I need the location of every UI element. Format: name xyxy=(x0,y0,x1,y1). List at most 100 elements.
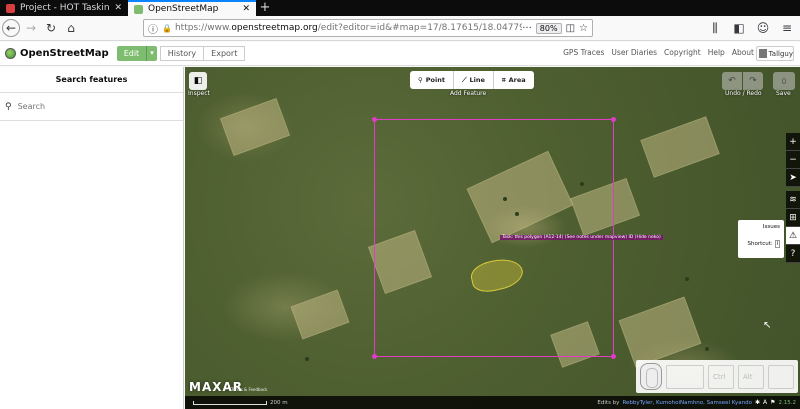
zoom-out-button[interactable]: − xyxy=(786,151,800,169)
undo-redo-label: Undo / Redo xyxy=(725,90,762,97)
add-feature-group: ⚲ Point ⟋ Line ⌗ Area xyxy=(410,71,534,89)
task-boundary-vertex[interactable] xyxy=(372,117,377,122)
search-input[interactable]: ⚲ Search xyxy=(0,93,183,121)
reload-button[interactable]: ↻ xyxy=(42,19,60,37)
library-icon[interactable]: ⫼ xyxy=(706,19,724,37)
tab-hot-tasking[interactable]: Project - HOT Tasking Ma ✕ xyxy=(0,0,128,16)
edit-button[interactable]: Edit xyxy=(116,46,147,61)
imagery-terms-link[interactable]: Terms & Feedback xyxy=(231,387,268,392)
task-boundary-vertex[interactable] xyxy=(611,117,616,122)
osm-logo[interactable]: OpenStreetMap xyxy=(5,48,109,59)
editor-names-link[interactable]: RebbyTyler, KumohoiNamhno, Samseel Kyand… xyxy=(622,400,752,406)
save-label: Save xyxy=(776,90,791,97)
tab-title: OpenStreetMap xyxy=(148,4,219,14)
help-icon: ? xyxy=(790,248,796,259)
search-placeholder: Search xyxy=(17,102,46,111)
forward-button[interactable]: → xyxy=(22,19,40,37)
tree xyxy=(305,357,309,361)
history-button[interactable]: History xyxy=(159,46,205,61)
cleared-field xyxy=(640,116,720,178)
scale-line xyxy=(193,400,267,405)
url-text[interactable]: https://www.openstreetmap.org/edit?edito… xyxy=(175,23,522,33)
flag-icon[interactable]: ⚑ xyxy=(770,399,775,406)
save-button[interactable]: 0 xyxy=(773,72,795,90)
inspect-button[interactable]: ◧ xyxy=(189,72,207,90)
task-boundary-label: Task: this polygon (A12-14) (See notes u… xyxy=(500,235,663,240)
sidebar-title: Search features xyxy=(0,67,183,93)
redo-icon: ↷ xyxy=(749,76,757,86)
map-footer: 200 m Edits by RebbyTyler, KumohoiNamhno… xyxy=(185,396,800,409)
new-tab-button[interactable]: + xyxy=(256,0,274,16)
feature-sidebar: Search features ⚲ Search xyxy=(0,67,184,409)
line-icon: ⟋ xyxy=(461,75,467,84)
menu-icon[interactable]: ≡ xyxy=(778,19,796,37)
navigation-bar: ← → ↻ ⌂ ⓘ 🔒 https://www.openstreetmap.or… xyxy=(0,16,800,41)
location-arrow-icon: ➤ xyxy=(789,172,797,183)
map-top-bar: ◧ Inspect ⚲ Point ⟋ Line ⌗ Area Add Feature… xyxy=(185,67,800,99)
avatar xyxy=(759,49,767,58)
edits-attribution: Edits by RebbyTyler, KumohoiNamhno, Sams… xyxy=(597,399,796,406)
page-actions-icon[interactable]: ··· xyxy=(522,23,532,34)
copyright-link[interactable]: Copyright xyxy=(664,48,701,57)
geolocate-button[interactable]: ➤ xyxy=(786,169,800,187)
blank-key xyxy=(666,364,704,389)
issues-tooltip: Issues Shortcut: I xyxy=(738,220,784,258)
shortcut-row: Shortcut: I xyxy=(747,240,780,248)
tab-title: Project - HOT Tasking Ma xyxy=(20,3,110,13)
osm-header: OpenStreetMap Edit ▾ History Export GPS … xyxy=(0,42,800,66)
layers-icon: ≋ xyxy=(789,194,797,205)
task-boundary-vertex[interactable] xyxy=(611,354,616,359)
background-button[interactable]: ≋ xyxy=(786,191,800,209)
cleared-field xyxy=(290,289,350,340)
pin-icon: ⚲ xyxy=(418,76,423,84)
redo-button[interactable]: ↷ xyxy=(743,72,763,90)
issues-button[interactable]: ⚠ xyxy=(786,227,800,245)
map-controls: + − ➤ ≋ ⊞ ⚠ ? xyxy=(786,133,800,263)
info-icon[interactable]: ⓘ xyxy=(148,21,158,36)
area-icon: ⌗ xyxy=(501,75,506,84)
user-diaries-link[interactable]: User Diaries xyxy=(611,48,657,57)
scale-bar[interactable]: 200 m xyxy=(193,400,288,406)
add-point-button[interactable]: ⚲ Point xyxy=(410,71,454,89)
sidebar-toggle-icon[interactable]: ◧ xyxy=(730,19,748,37)
zoom-in-button[interactable]: + xyxy=(786,133,800,151)
bookmark-star-icon[interactable]: ☆ xyxy=(579,23,588,34)
task-boundary-vertex[interactable] xyxy=(372,354,377,359)
home-button[interactable]: ⌂ xyxy=(62,19,80,37)
undo-redo-group: ↶ ↷ xyxy=(722,72,763,90)
export-button[interactable]: Export xyxy=(204,46,246,61)
map-data-button[interactable]: ⊞ xyxy=(786,209,800,227)
hot-favicon-icon xyxy=(6,3,15,13)
help-button[interactable]: ? xyxy=(786,245,800,263)
url-bar[interactable]: ⓘ 🔒 https://www.openstreetmap.org/edit?e… xyxy=(143,19,593,37)
zoom-indicator[interactable]: 80% xyxy=(535,22,562,34)
back-button[interactable]: ← xyxy=(2,19,20,37)
add-line-button[interactable]: ⟋ Line xyxy=(454,71,494,89)
shortcut-key: I xyxy=(774,240,780,248)
search-icon: ⚲ xyxy=(5,101,12,112)
tree xyxy=(685,277,689,281)
mouse-cursor-icon: ↖ xyxy=(763,320,772,331)
account-icon[interactable]: ☺ xyxy=(754,19,772,37)
blank-key xyxy=(768,364,794,389)
bug-icon[interactable]: ✱ xyxy=(755,399,760,406)
add-area-button[interactable]: ⌗ Area xyxy=(494,71,534,89)
gps-traces-link[interactable]: GPS Traces xyxy=(563,48,604,57)
text-size-icon[interactable]: A xyxy=(763,399,767,406)
undo-button[interactable]: ↶ xyxy=(722,72,742,90)
edit-dropdown-icon[interactable]: ▾ xyxy=(146,46,157,61)
keyboard-shortcut-overlay: Ctrl Alt xyxy=(636,360,798,393)
version-link[interactable]: 2.15.2 xyxy=(779,400,797,406)
issues-title: Issues xyxy=(762,224,780,230)
cleared-field xyxy=(618,296,702,368)
scale-label: 200 m xyxy=(270,399,288,406)
mouse-icon xyxy=(640,363,662,390)
user-menu-button[interactable]: Tallguy xyxy=(756,46,794,61)
about-link[interactable]: About xyxy=(732,48,754,57)
pocket-icon[interactable]: ◫ xyxy=(566,23,575,34)
close-tab-icon[interactable]: ✕ xyxy=(242,4,250,14)
close-tab-icon[interactable]: ✕ xyxy=(114,3,122,13)
help-link[interactable]: Help xyxy=(708,48,725,57)
map-canvas[interactable]: Task: this polygon (A12-14) (See notes u… xyxy=(185,67,800,409)
tab-openstreetmap[interactable]: OpenStreetMap ✕ xyxy=(128,0,256,16)
